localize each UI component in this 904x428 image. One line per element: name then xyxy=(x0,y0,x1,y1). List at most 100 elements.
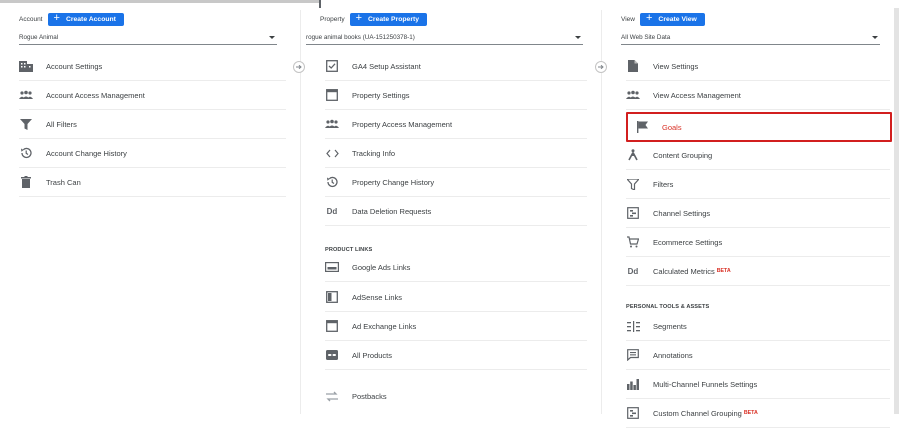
bar-chart-icon xyxy=(626,377,640,391)
trash-can-item[interactable]: Trash Can xyxy=(19,168,286,197)
account-change-history-item[interactable]: Account Change History xyxy=(19,139,286,168)
filters-item[interactable]: Filters xyxy=(626,170,890,199)
all-filters-label: All Filters xyxy=(46,119,77,129)
people-icon xyxy=(19,88,33,102)
postbacks-item[interactable]: Postbacks xyxy=(325,382,587,410)
segments-item[interactable]: Segments xyxy=(626,312,890,341)
account-selected-value: Rogue Animal xyxy=(19,33,59,41)
plus-icon: + xyxy=(53,12,60,24)
tracking-info-label: Tracking Info xyxy=(352,148,396,158)
flag-icon xyxy=(635,120,649,134)
create-property-label: Create Property xyxy=(368,15,420,23)
ad-exchange-links-item[interactable]: Ad Exchange Links xyxy=(325,312,587,341)
adsense-links-label: AdSense Links xyxy=(352,292,403,302)
all-filters-item[interactable]: All Filters xyxy=(19,110,286,139)
filters-label: Filters xyxy=(653,179,674,189)
view-header: View + Create View xyxy=(621,12,705,26)
channel-icon xyxy=(626,406,640,420)
filter-icon xyxy=(626,177,640,191)
plus-icon: + xyxy=(645,12,653,24)
ecommerce-settings-label: Ecommerce Settings xyxy=(653,237,723,247)
property-change-history-item[interactable]: Property Change History xyxy=(325,168,587,197)
window-icon xyxy=(325,88,339,102)
goals-label: Goals xyxy=(662,122,682,132)
all-products-item[interactable]: All Products xyxy=(325,341,587,370)
adsense-links-item[interactable]: AdSense Links xyxy=(325,283,587,312)
comment-icon xyxy=(626,348,640,362)
vertical-scrollbar[interactable] xyxy=(894,8,899,414)
channel-settings-item[interactable]: Channel Settings xyxy=(626,199,890,228)
account-change-history-label: Account Change History xyxy=(46,148,127,158)
history-icon xyxy=(19,146,33,160)
adsense-icon xyxy=(325,290,339,304)
view-column: View + Create View All Web Site Data Vie… xyxy=(602,10,892,428)
ecommerce-settings-item[interactable]: Ecommerce Settings xyxy=(626,228,890,257)
property-column: Property + Create Property rogue animal … xyxy=(301,10,587,414)
create-property-button[interactable]: + Create Property xyxy=(349,12,428,26)
dd-icon: Dd xyxy=(627,266,639,276)
property-access-management-item[interactable]: Property Access Management xyxy=(325,110,587,139)
person-walk-icon xyxy=(626,148,640,162)
ads-icon xyxy=(325,260,339,274)
property-settings-label: Property Settings xyxy=(352,90,410,100)
caret-down-icon xyxy=(872,35,878,39)
create-account-button[interactable]: + Create Account xyxy=(47,12,124,26)
account-access-management-label: Account Access Management xyxy=(46,90,145,100)
account-selector[interactable]: Rogue Animal xyxy=(19,30,277,45)
annotations-item[interactable]: Annotations xyxy=(626,341,890,370)
ga4-setup-assistant-item[interactable]: GA4 Setup Assistant xyxy=(325,52,587,81)
property-settings-item[interactable]: Property Settings xyxy=(325,81,587,110)
cart-icon xyxy=(626,235,640,249)
view-selector[interactable]: All Web Site Data xyxy=(621,30,880,45)
calculated-metrics-item[interactable]: Dd Calculated Metrics BETA xyxy=(626,257,890,286)
view-access-management-item[interactable]: View Access Management xyxy=(626,81,890,110)
view-selected-value: All Web Site Data xyxy=(621,33,671,41)
building-icon xyxy=(19,59,33,73)
beta-badge: BETA xyxy=(743,410,758,416)
account-label: Account xyxy=(19,15,43,23)
document-icon xyxy=(626,59,640,73)
create-account-label: Create Account xyxy=(65,15,116,23)
property-access-management-label: Property Access Management xyxy=(352,119,453,129)
content-grouping-item[interactable]: Content Grouping xyxy=(626,141,890,170)
calculated-metrics-label: Calculated Metrics xyxy=(653,266,715,276)
google-ads-links-label: Google Ads Links xyxy=(352,262,411,272)
filter-icon xyxy=(19,117,33,131)
property-header: Property + Create Property xyxy=(320,12,428,26)
annotations-label: Annotations xyxy=(653,350,693,360)
channel-icon xyxy=(626,206,640,220)
custom-channel-grouping-label: Custom Channel Grouping xyxy=(653,408,742,418)
history-icon xyxy=(325,175,339,189)
trash-icon xyxy=(19,175,33,189)
multi-channel-funnels-settings-item[interactable]: Multi-Channel Funnels Settings xyxy=(626,370,890,399)
dd-icon: Dd xyxy=(326,206,338,216)
scrollbar-thumb[interactable] xyxy=(894,8,899,414)
account-access-management-item[interactable]: Account Access Management xyxy=(19,81,286,110)
code-icon xyxy=(325,146,339,160)
account-settings-item[interactable]: Account Settings xyxy=(19,52,286,81)
view-settings-item[interactable]: View Settings xyxy=(626,52,890,81)
all-products-label: All Products xyxy=(352,350,393,360)
create-view-button[interactable]: + Create View xyxy=(639,12,705,26)
personal-tools-heading: PERSONAL TOOLS & ASSETS xyxy=(626,304,710,310)
property-selector[interactable]: rogue animal books (UA-151250378-1) xyxy=(306,30,583,45)
account-header: Account + Create Account xyxy=(19,12,124,26)
view-settings-label: View Settings xyxy=(653,61,699,71)
people-icon xyxy=(626,88,640,102)
segments-label: Segments xyxy=(653,321,687,331)
account-settings-label: Account Settings xyxy=(46,61,103,71)
google-ads-links-item[interactable]: Google Ads Links xyxy=(325,253,587,282)
tracking-info-item[interactable]: Tracking Info xyxy=(325,139,587,168)
account-column: Account + Create Account Rogue Animal Ac… xyxy=(0,10,286,414)
caret-down-icon xyxy=(575,35,581,39)
data-deletion-requests-item[interactable]: Dd Data Deletion Requests xyxy=(325,197,587,226)
property-selected-value: rogue animal books (UA-151250378-1) xyxy=(306,33,415,41)
data-deletion-requests-label: Data Deletion Requests xyxy=(352,206,432,216)
postbacks-label: Postbacks xyxy=(352,391,387,401)
property-label: Property xyxy=(320,15,345,23)
trash-can-label: Trash Can xyxy=(46,177,81,187)
goals-item[interactable]: Goals xyxy=(626,112,892,142)
create-view-label: Create View xyxy=(658,15,697,23)
window-icon xyxy=(325,319,339,333)
view-label: View xyxy=(621,15,635,23)
